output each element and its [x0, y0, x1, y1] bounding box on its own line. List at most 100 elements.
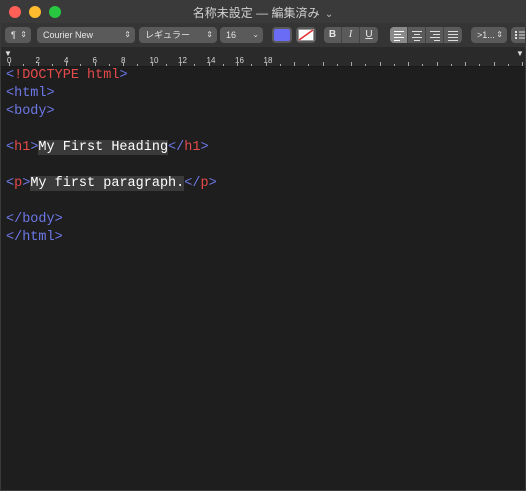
align-center-button[interactable]: [408, 27, 426, 43]
align-right-button[interactable]: [426, 27, 444, 43]
ruler-tick: [237, 62, 238, 66]
tag-bracket: </body>: [6, 212, 63, 227]
ruler-tick: [393, 64, 395, 66]
ruler-tick: [37, 62, 39, 66]
ruler-tick: [493, 62, 495, 66]
ruler-tick: [522, 62, 523, 66]
updown-arrows-icon: ⇕: [496, 30, 503, 39]
underline-button[interactable]: U: [360, 27, 378, 43]
text-line[interactable]: </html>: [6, 229, 525, 247]
text-line[interactable]: <body>: [6, 103, 525, 121]
format-toolbar: ¶ ⇕ Courier New ⇕ レギュラー ⇕ 16 ⌄ B I U >1.…: [1, 23, 525, 48]
text-line[interactable]: <!DOCTYPE html>: [6, 67, 525, 85]
justify-icon: [448, 31, 458, 41]
ruler-tick: [108, 64, 110, 66]
ruler-tick: [365, 64, 367, 66]
tag-bracket: </: [168, 140, 185, 155]
ruler-tick: [422, 64, 424, 66]
ruler-tick: [351, 62, 352, 66]
paragraph-style-popup[interactable]: ¶ ⇕: [5, 27, 31, 43]
ruler-tick: [251, 64, 253, 66]
window-title[interactable]: 名称未設定 — 編集済み ⌄: [1, 4, 525, 21]
text-line[interactable]: <p>My first paragraph.</p>: [6, 175, 525, 193]
bulleted-list-icon: [515, 31, 525, 39]
ruler-tick: [450, 64, 452, 66]
text-line[interactable]: [6, 193, 525, 211]
font-family-popup[interactable]: Courier New ⇕: [37, 27, 135, 43]
alignment-buttons: [390, 27, 462, 43]
ruler-tick: [66, 62, 67, 66]
ruler-tick: [265, 62, 267, 66]
tag-name: h1: [184, 140, 201, 155]
ruler-tick: [408, 62, 409, 66]
tag-bracket: <body>: [6, 104, 55, 119]
textedit-window: 名称未設定 — 編集済み ⌄ ¶ ⇕ Courier New ⇕ レギュラー ⇕…: [0, 0, 526, 491]
ruler-tick: [123, 62, 124, 66]
tag-name: !DOCTYPE html: [14, 68, 120, 83]
highlight-color-well[interactable]: [296, 27, 316, 43]
tag-bracket: <: [6, 140, 15, 155]
justify-button[interactable]: [444, 27, 462, 43]
title-bar: 名称未設定 — 編集済み ⌄: [1, 1, 525, 23]
ruler-tick: [9, 62, 10, 66]
align-center-icon: [412, 31, 422, 41]
ruler-tick: [180, 62, 181, 66]
ruler-tick: [94, 62, 96, 66]
ruler-tick: [80, 64, 82, 66]
font-style-value: レギュラー: [145, 30, 191, 40]
updown-arrows-icon: ⇕: [124, 30, 131, 39]
align-left-icon: [394, 31, 404, 41]
tag-bracket: >: [200, 140, 209, 155]
updown-arrows-icon: ⇕: [20, 30, 27, 39]
tag-bracket: >: [119, 68, 128, 83]
ruler-tick: [51, 64, 53, 66]
tag-bracket: <: [6, 176, 15, 191]
tag-bracket: <: [6, 68, 15, 83]
updown-arrows-icon: ⇕: [206, 30, 213, 39]
font-size-combobox[interactable]: 16 ⌄: [220, 27, 263, 43]
ruler-tick: [194, 64, 196, 66]
tag-name: h1: [14, 140, 31, 155]
document-text-area[interactable]: <!DOCTYPE html> <html> <body> <h1>My First…: [6, 67, 525, 490]
ruler-tick: [379, 62, 381, 66]
ruler-tick: [137, 64, 139, 66]
ruler-tick: [279, 64, 281, 66]
align-right-icon: [430, 31, 440, 41]
text-line[interactable]: <h1>My First Heading</h1>: [6, 139, 525, 157]
tag-name: p: [14, 176, 23, 191]
line-spacing-popup[interactable]: >1... ⇕: [471, 27, 507, 43]
italic-button[interactable]: I: [342, 27, 360, 43]
tag-name: p: [200, 176, 209, 191]
ruler-tick: [479, 64, 481, 66]
line-spacing-value: >1...: [477, 30, 495, 40]
text-line[interactable]: </body>: [6, 211, 525, 229]
ruler-tick: [23, 64, 25, 66]
font-size-value: 16: [226, 30, 237, 40]
ruler-tick: [165, 64, 167, 66]
ruler-tick: [507, 64, 509, 66]
ruler-tick: [336, 64, 338, 66]
align-left-button[interactable]: [390, 27, 408, 43]
text-content: My first paragraph.: [30, 176, 185, 191]
text-line[interactable]: <html>: [6, 85, 525, 103]
ruler-tick: [308, 64, 310, 66]
font-family-value: Courier New: [43, 30, 94, 40]
text-style-buttons: B I U: [324, 27, 378, 43]
list-style-popup[interactable]: [511, 27, 525, 43]
tag-bracket: <html>: [6, 86, 55, 101]
ruler-tick: [151, 62, 153, 66]
chevron-down-icon: ⌄: [252, 30, 259, 39]
ruler[interactable]: ▼ ▼ 0 2 4 6 8 10 12 14 16 18: [1, 48, 525, 67]
font-style-popup[interactable]: レギュラー ⇕: [139, 27, 217, 43]
bold-button[interactable]: B: [324, 27, 342, 43]
text-color-swatch: [274, 29, 290, 41]
chevron-down-icon: ⌄: [324, 9, 334, 20]
right-margin-marker-icon[interactable]: ▼: [516, 49, 524, 58]
ruler-tick: [436, 62, 438, 66]
text-content: My First Heading: [38, 140, 169, 155]
ruler-tick: [222, 64, 224, 66]
text-color-well[interactable]: [272, 27, 292, 43]
tag-bracket: </: [184, 176, 201, 191]
text-line[interactable]: [6, 121, 525, 139]
text-line[interactable]: [6, 157, 525, 175]
